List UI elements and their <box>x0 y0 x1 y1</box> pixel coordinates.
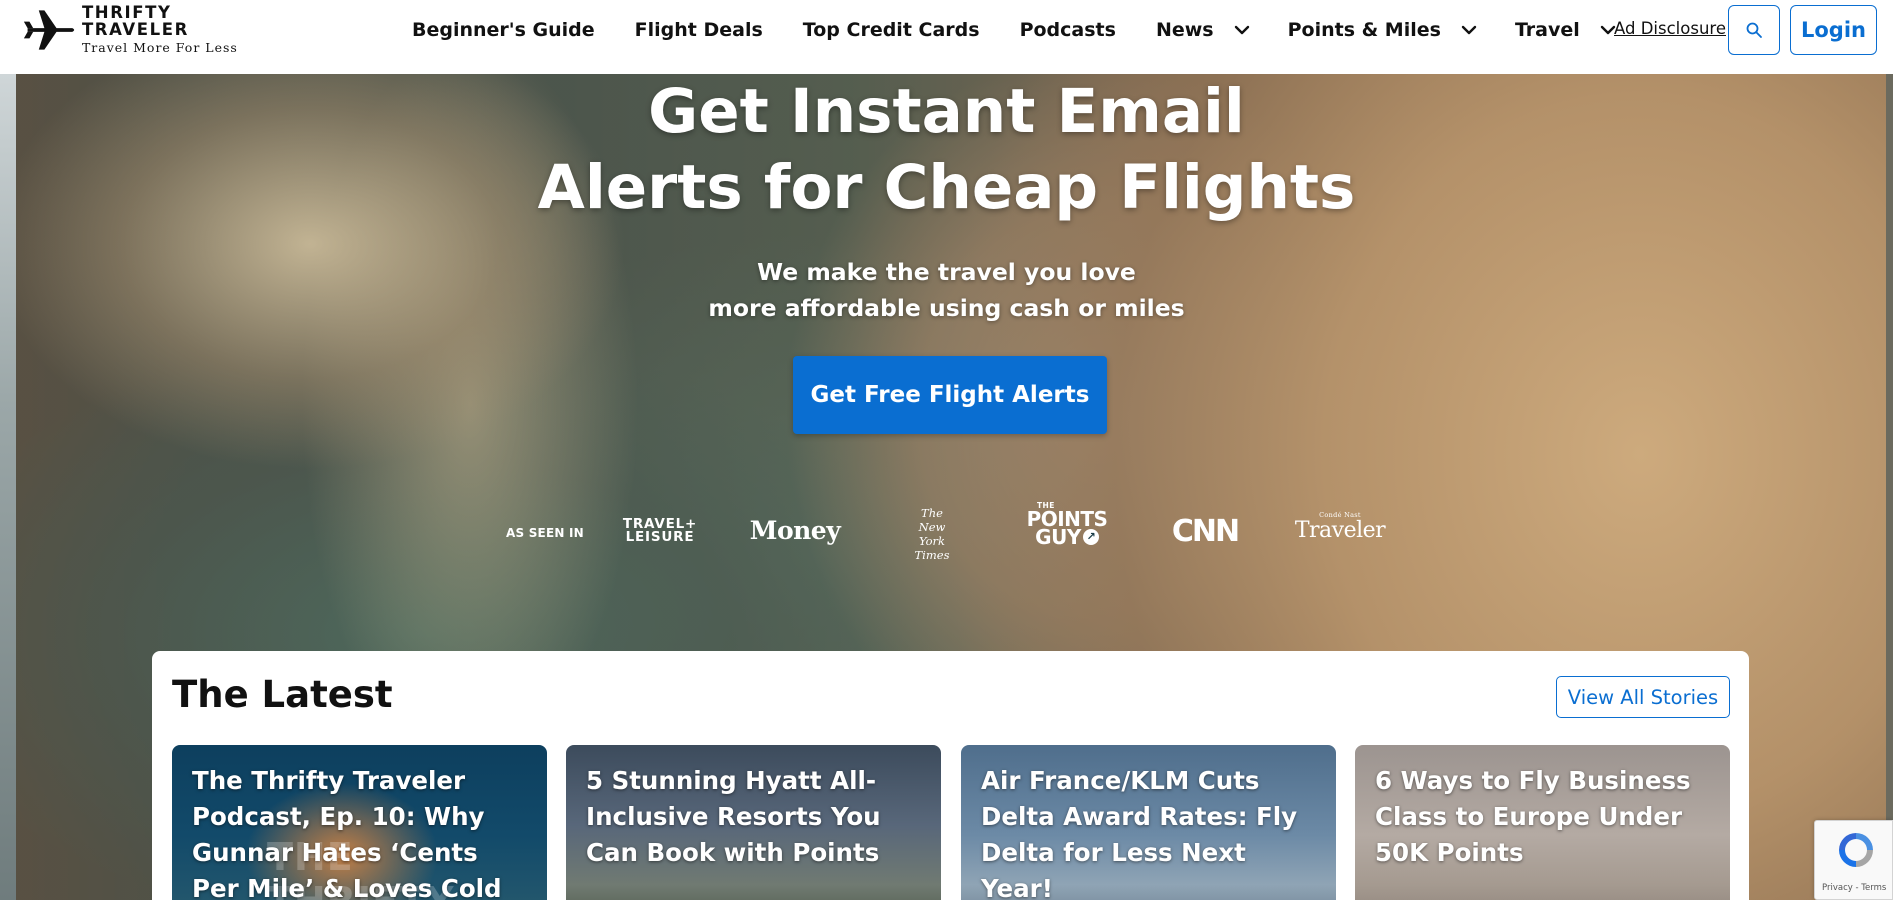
logo-name: THRIFTY TRAVELER <box>81 3 189 39</box>
view-all-stories-button[interactable]: View All Stories <box>1556 676 1730 718</box>
search-icon <box>1746 22 1762 38</box>
recaptcha-text[interactable]: Privacy - Terms <box>1822 883 1886 893</box>
story-card-title[interactable]: 5 Stunning Hyatt All-Inclusive Resorts Y… <box>586 763 926 871</box>
recaptcha-badge[interactable]: Privacy - Terms <box>1814 820 1893 900</box>
airplane-logo-icon <box>23 10 75 50</box>
hero-title: Get Instant Email Alerts for Cheap Fligh… <box>0 74 1893 226</box>
hero-title-line: Get Instant Email <box>648 76 1245 147</box>
nav-label: Podcasts <box>1019 19 1116 41</box>
nav-label: Points & Miles <box>1287 19 1441 41</box>
logo-text: Times <box>914 548 950 562</box>
nav-label: Top Credit Cards <box>802 19 980 41</box>
site-logo[interactable]: THRIFTY TRAVELER Travel More For Less <box>22 5 272 55</box>
cnn-logo: CNN <box>1171 514 1240 549</box>
main-nav: Beginner's Guide Flight Deals Top Credit… <box>412 0 1654 60</box>
search-button[interactable] <box>1728 5 1780 55</box>
story-card-title[interactable]: 6 Ways to Fly Business Class to Europe U… <box>1375 763 1715 871</box>
nyt-logo: The New York Times <box>904 506 960 562</box>
nav-podcasts[interactable]: Podcasts <box>1020 19 1116 41</box>
travel-leisure-logo: TRAVEL+ LEISURE <box>618 517 702 545</box>
logo-text: LEISURE <box>625 529 695 545</box>
hero-subtitle-line: We make the travel you love <box>757 258 1136 286</box>
nav-label: News <box>1155 19 1214 41</box>
chevron-down-icon[interactable] <box>1459 20 1479 40</box>
as-seen-in-strip: AS SEEN IN TRAVEL+ LEISURE Money The New… <box>0 502 1893 563</box>
logo-text: Traveler <box>1294 518 1386 543</box>
chevron-down-icon[interactable] <box>1232 20 1252 40</box>
the-points-guy-logo: THE POINTS GUY ↗ <box>1027 502 1108 549</box>
nav-news[interactable]: News <box>1156 19 1252 41</box>
site-header: THRIFTY TRAVELER Travel More For Less Be… <box>0 0 1893 74</box>
login-button[interactable]: Login <box>1790 5 1877 55</box>
nav-beginners-guide[interactable]: Beginner's Guide <box>412 19 595 41</box>
nav-label: Flight Deals <box>634 19 763 41</box>
recaptcha-icon <box>1839 833 1873 867</box>
nav-label: Travel <box>1514 19 1580 41</box>
nav-top-credit-cards[interactable]: Top Credit Cards <box>803 19 980 41</box>
hero-subtitle-line: more affordable using cash or miles <box>708 294 1185 322</box>
money-logo: Money <box>749 516 841 545</box>
the-latest-section: The Latest View All Stories THE THRIFTY … <box>152 651 1749 900</box>
logo-text: The <box>921 506 943 520</box>
conde-nast-traveler-logo: Condé Nast Traveler <box>1295 512 1386 543</box>
logo-tagline: Travel More For Less <box>81 40 238 56</box>
nav-flight-deals[interactable]: Flight Deals <box>635 19 763 41</box>
story-card[interactable]: Air France/KLM Cuts Delta Award Rates: F… <box>961 745 1336 900</box>
nav-points-miles[interactable]: Points & Miles <box>1288 19 1479 41</box>
as-seen-in-label: AS SEEN IN <box>506 526 584 540</box>
nav-travel[interactable]: Travel <box>1515 19 1618 41</box>
logo-text: GUY <box>1035 525 1081 549</box>
hero-title-line: Alerts for Cheap Flights <box>537 152 1356 223</box>
story-card[interactable]: 6 Ways to Fly Business Class to Europe U… <box>1355 745 1730 900</box>
story-card[interactable]: 5 Stunning Hyatt All-Inclusive Resorts Y… <box>566 745 941 900</box>
hero-subtitle: We make the travel you love more afforda… <box>0 254 1893 326</box>
ad-disclosure-link[interactable]: Ad Disclosure <box>1614 19 1726 38</box>
story-card-title[interactable]: The Thrifty Traveler Podcast, Ep. 10: Wh… <box>192 763 532 900</box>
story-card-title[interactable]: Air France/KLM Cuts Delta Award Rates: F… <box>981 763 1321 900</box>
nav-label: Beginner's Guide <box>412 19 595 41</box>
arrow-badge-icon: ↗ <box>1082 529 1099 545</box>
section-title: The Latest <box>172 673 393 716</box>
get-free-flight-alerts-button[interactable]: Get Free Flight Alerts <box>793 356 1107 434</box>
story-card[interactable]: THE THRIFTY The Thrifty Traveler Podcast… <box>172 745 547 900</box>
logo-text: New York <box>918 520 946 548</box>
